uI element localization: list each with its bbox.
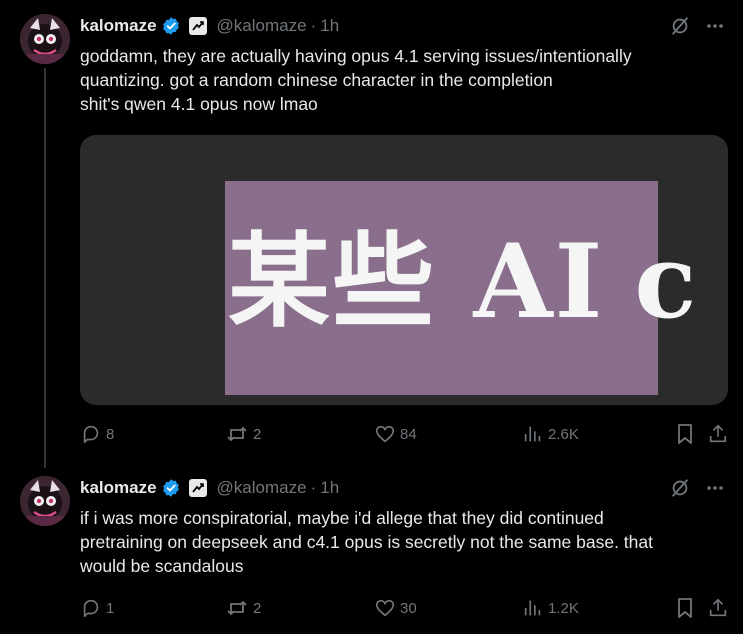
like-button[interactable]: 30 <box>374 597 417 619</box>
more-icon[interactable] <box>705 478 725 498</box>
automated-account-icon <box>188 17 207 35</box>
tweet-text-line: shit's qwen 4.1 opus now lmao <box>80 94 318 114</box>
tweet[interactable]: kalomaze @kalomaze · 1h if i was more co… <box>0 460 743 634</box>
bookmark-icon <box>675 423 695 445</box>
views-button[interactable]: 2.6K <box>522 423 579 445</box>
author-handle[interactable]: @kalomaze <box>217 16 307 36</box>
tweet-header: kalomaze @kalomaze · 1h <box>80 14 725 38</box>
retweet-icon <box>225 423 249 445</box>
author-handle[interactable]: @kalomaze <box>217 478 307 498</box>
bookmark-button[interactable] <box>675 597 695 619</box>
timestamp[interactable]: 1h <box>320 478 339 498</box>
share-icon <box>707 423 729 445</box>
avatar[interactable] <box>20 476 70 526</box>
tweet[interactable]: kalomaze @kalomaze · 1h goddamn, they ar… <box>0 0 743 460</box>
verified-badge-icon <box>161 478 181 498</box>
automated-account-icon <box>188 479 207 497</box>
reply-count: 8 <box>106 425 115 443</box>
separator-dot: · <box>310 16 317 35</box>
tweet-text: if i was more conspiratorial, maybe i'd … <box>80 506 713 578</box>
media-text: 某些 AI c <box>228 222 699 342</box>
tweet-actions: 8 2 84 2.6K <box>80 423 729 445</box>
reply-count: 1 <box>106 599 115 617</box>
retweet-count: 2 <box>253 599 262 617</box>
tweet-text-line: if i was more conspiratorial, maybe i'd … <box>80 508 604 528</box>
bookmark-icon <box>675 597 695 619</box>
reply-icon <box>80 597 102 619</box>
tweet-text-line: would be scandalous <box>80 556 244 576</box>
separator-dot: · <box>310 478 317 497</box>
timestamp[interactable]: 1h <box>320 16 339 36</box>
verified-badge-icon <box>161 16 181 36</box>
avatar[interactable] <box>20 14 70 64</box>
tweet-text-line: pretraining on deepseek and c4.1 opus is… <box>80 532 653 552</box>
heart-icon <box>374 597 396 619</box>
retweet-icon <box>225 597 249 619</box>
retweet-count: 2 <box>253 425 262 443</box>
tweet-text-line: goddamn, they are actually having opus 4… <box>80 46 632 66</box>
tweet-text: goddamn, they are actually having opus 4… <box>80 44 713 116</box>
views-count: 1.2K <box>548 599 579 617</box>
more-icon[interactable] <box>705 16 725 36</box>
avatar-image-icon <box>20 14 70 64</box>
author-name[interactable]: kalomaze <box>80 16 157 36</box>
views-icon <box>522 597 544 619</box>
like-button[interactable]: 84 <box>374 423 417 445</box>
grok-icon[interactable] <box>669 477 691 499</box>
bookmark-button[interactable] <box>675 423 695 445</box>
tweet-text-line: quantizing. got a random chinese charact… <box>80 70 553 90</box>
share-button[interactable] <box>707 597 729 619</box>
tweet-thread: kalomaze @kalomaze · 1h goddamn, they ar… <box>0 0 743 634</box>
heart-icon <box>374 423 396 445</box>
avatar-image-icon <box>20 476 70 526</box>
tweet-media-image[interactable]: 某些 AI c <box>80 135 728 405</box>
retweet-button[interactable]: 2 <box>225 597 261 619</box>
reply-icon <box>80 423 102 445</box>
reply-button[interactable]: 8 <box>80 423 114 445</box>
share-icon <box>707 597 729 619</box>
retweet-button[interactable]: 2 <box>225 423 261 445</box>
tweet-actions: 1 2 30 1.2K <box>80 597 729 619</box>
share-button[interactable] <box>707 423 729 445</box>
grok-icon[interactable] <box>669 15 691 37</box>
like-count: 30 <box>400 599 417 617</box>
views-count: 2.6K <box>548 425 579 443</box>
author-name[interactable]: kalomaze <box>80 478 157 498</box>
like-count: 84 <box>400 425 417 443</box>
tweet-header: kalomaze @kalomaze · 1h <box>80 476 725 500</box>
views-button[interactable]: 1.2K <box>522 597 579 619</box>
views-icon <box>522 423 544 445</box>
reply-button[interactable]: 1 <box>80 597 114 619</box>
